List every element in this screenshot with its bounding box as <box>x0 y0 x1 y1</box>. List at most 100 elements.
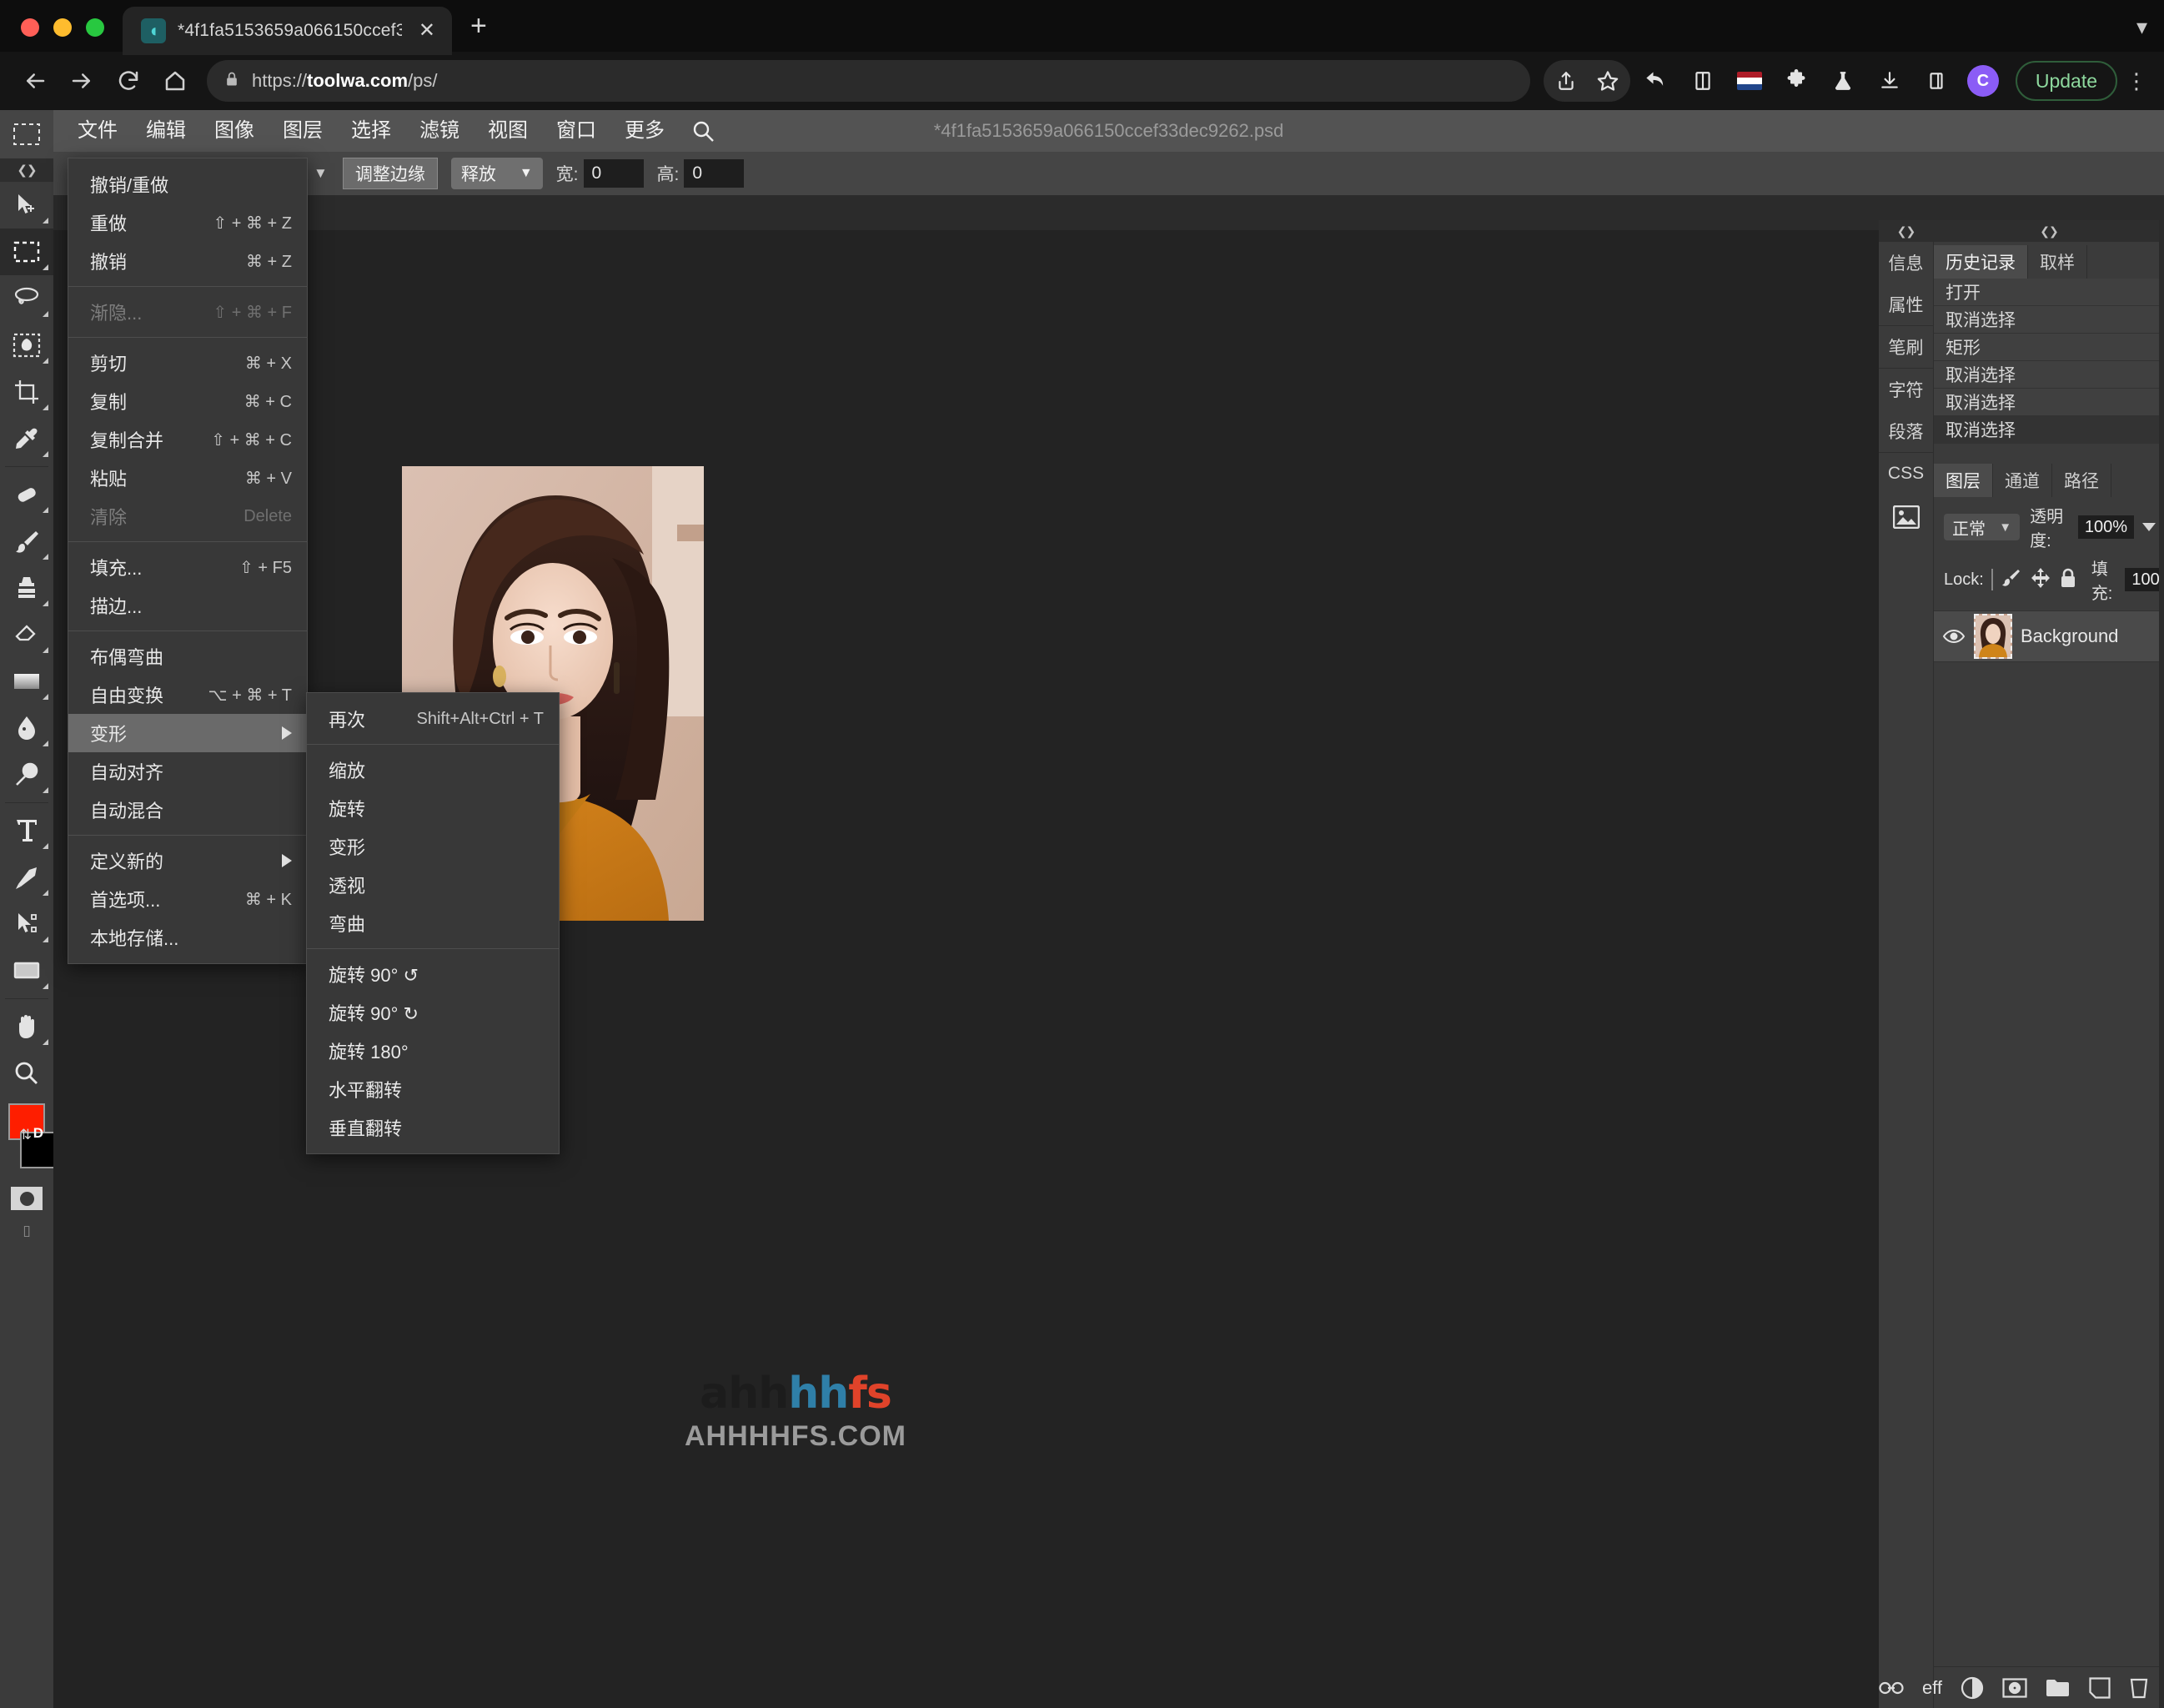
chevron-down-icon[interactable]: ▾ <box>2136 14 2147 40</box>
menu-item[interactable]: 剪切 ⌘ + X <box>68 344 307 382</box>
zoom-tool[interactable] <box>0 1050 53 1097</box>
update-button[interactable]: Update <box>2015 61 2117 101</box>
lock-transparency-icon[interactable] <box>1991 569 1993 590</box>
search-icon[interactable] <box>690 118 715 143</box>
bookmark-star-icon[interactable] <box>1587 60 1629 102</box>
lock-image-brush-icon[interactable] <box>2001 567 2022 593</box>
menu-item[interactable]: 首选项... ⌘ + K <box>68 880 307 918</box>
menu-filter[interactable]: 滤镜 <box>405 110 474 152</box>
menu-item[interactable]: 旋转 180° <box>307 1032 559 1070</box>
menu-item[interactable]: 旋转 <box>307 789 559 827</box>
panel-scrollbar[interactable] <box>2159 220 2164 1708</box>
lock-position-move-icon[interactable] <box>2030 567 2051 593</box>
reading-list-icon[interactable] <box>1682 60 1724 102</box>
rail-tab-css[interactable]: CSS <box>1879 453 1933 495</box>
eraser-tool[interactable] <box>0 611 53 658</box>
image-placeholder-icon[interactable] <box>1879 495 1933 540</box>
history-item[interactable]: 取消选择 <box>1934 389 2164 416</box>
avatar[interactable]: C <box>1962 60 2004 102</box>
menu-item[interactable]: 再次 Shift+Alt+Ctrl + T <box>307 700 559 738</box>
menu-item[interactable]: 自动混合 <box>68 791 307 829</box>
forward-icon[interactable] <box>60 59 103 103</box>
menu-item[interactable]: 水平翻转 <box>307 1070 559 1108</box>
shape-tool[interactable] <box>0 947 53 994</box>
healing-brush-tool[interactable] <box>0 471 53 518</box>
home-icon[interactable] <box>153 59 197 103</box>
rail-tab-paragraph[interactable]: 段落 <box>1879 410 1933 452</box>
hand-tool[interactable] <box>0 1003 53 1050</box>
eyedropper-tool[interactable] <box>0 415 53 462</box>
path-selection-tool[interactable] <box>0 901 53 947</box>
menu-item[interactable]: 复制合并 ⇧ + ⌘ + C <box>68 420 307 459</box>
toolbar-collapse-handle[interactable]: ❮❯ <box>0 158 53 182</box>
eye-icon[interactable] <box>1942 628 1966 645</box>
rail-tab-info[interactable]: 信息 <box>1879 242 1933 284</box>
menu-item[interactable]: 自由变换 ⌥ + ⌘ + T <box>68 676 307 714</box>
history-item[interactable]: 取消选择 <box>1934 306 2164 334</box>
history-item[interactable]: 取消选择 <box>1934 361 2164 389</box>
style-select[interactable]: 释放 ▼ <box>450 158 543 189</box>
reload-icon[interactable] <box>107 59 150 103</box>
share-icon[interactable] <box>1545 60 1587 102</box>
history-item[interactable]: 打开 <box>1934 279 2164 306</box>
history-item[interactable]: 矩形 <box>1934 334 2164 361</box>
menu-item[interactable]: 透视 <box>307 866 559 904</box>
history-item-current[interactable]: 取消选择 <box>1934 416 2164 444</box>
menu-layer[interactable]: 图层 <box>269 110 337 152</box>
edit-menu-dropdown[interactable]: 撤销/重做 重做 ⇧ + ⌘ + Z 撤销 ⌘ + Z 渐隐... ⇧ + ⌘ + F 剪切 ⌘… <box>68 158 308 964</box>
close-window-button[interactable] <box>21 18 39 37</box>
menu-item[interactable]: 变形 <box>307 827 559 866</box>
minimize-window-button[interactable] <box>53 18 72 37</box>
menu-window[interactable]: 窗口 <box>542 110 610 152</box>
close-icon[interactable]: ✕ <box>414 19 440 43</box>
menu-item[interactable]: 粘贴 ⌘ + V <box>68 459 307 497</box>
color-swatches[interactable]: ⇅ D <box>8 1103 57 1180</box>
rectangular-marquee-tool[interactable] <box>0 229 53 275</box>
menu-item[interactable]: 填充... ⇧ + F5 <box>68 548 307 586</box>
menu-item[interactable]: 变形 <box>68 714 307 752</box>
crop-tool[interactable] <box>0 369 53 415</box>
menu-item[interactable]: 弯曲 <box>307 904 559 942</box>
refine-edge-button[interactable]: 调整边缘 <box>342 158 438 189</box>
address-bar[interactable]: https://toolwa.com/ps/ <box>207 60 1530 102</box>
layer-thumbnail[interactable] <box>1974 614 2012 659</box>
layer-mask-icon[interactable] <box>2002 1677 2027 1698</box>
tab-paths[interactable]: 路径 <box>2052 464 2111 497</box>
opacity-dropdown-icon[interactable] <box>2142 523 2156 531</box>
menu-item[interactable]: 缩放 <box>307 751 559 789</box>
blur-tool[interactable] <box>0 705 53 751</box>
lasso-tool[interactable] <box>0 275 53 322</box>
new-group-icon[interactable] <box>2046 1678 2071 1698</box>
type-tool[interactable] <box>0 807 53 854</box>
feather-dropdown-icon[interactable]: ▼ <box>304 165 338 182</box>
adjustment-layer-icon[interactable] <box>1961 1676 1984 1700</box>
menu-view[interactable]: 视图 <box>474 110 542 152</box>
menu-image[interactable]: 图像 <box>200 110 269 152</box>
transform-submenu-dropdown[interactable]: 再次 Shift+Alt+Ctrl + T 缩放 旋转 变形 透视 弯曲旋转 90° ↺ 旋转… <box>306 692 560 1154</box>
clone-stamp-tool[interactable] <box>0 565 53 611</box>
quick-mask-toggle[interactable] <box>0 1180 53 1217</box>
maximize-window-button[interactable] <box>86 18 104 37</box>
menu-item[interactable]: 描边... <box>68 586 307 625</box>
delete-layer-icon[interactable] <box>2129 1676 2149 1699</box>
experiments-flask-icon[interactable] <box>1822 60 1864 102</box>
blend-mode-select[interactable]: 正常 ▼ <box>1944 514 2021 540</box>
new-layer-icon[interactable] <box>2089 1676 2111 1699</box>
height-input[interactable]: 0 <box>684 159 745 188</box>
menu-edit[interactable]: 编辑 <box>132 110 200 152</box>
layer-row[interactable]: Background <box>1934 610 2164 662</box>
menu-more[interactable]: 更多 <box>610 110 679 152</box>
link-layers-icon[interactable] <box>1879 1680 1904 1695</box>
menu-item[interactable]: 旋转 90° ↺ <box>307 955 559 993</box>
default-colors-label[interactable]: D <box>33 1125 43 1142</box>
swap-colors-icon[interactable]: ⇅ <box>20 1127 32 1143</box>
menu-item[interactable]: 定义新的 <box>68 841 307 880</box>
menu-item[interactable]: 布偶弯曲 <box>68 637 307 676</box>
browser-menu-icon[interactable]: ⋮ <box>2122 70 2151 92</box>
screen-mode-icon[interactable]: ▯ <box>0 1217 53 1245</box>
rail-tab-brushes[interactable]: 笔刷 <box>1879 326 1933 368</box>
undo-icon[interactable] <box>1635 60 1677 102</box>
brush-tool[interactable] <box>0 518 53 565</box>
layer-list[interactable]: Background <box>1934 610 2164 662</box>
pen-tool[interactable] <box>0 854 53 901</box>
